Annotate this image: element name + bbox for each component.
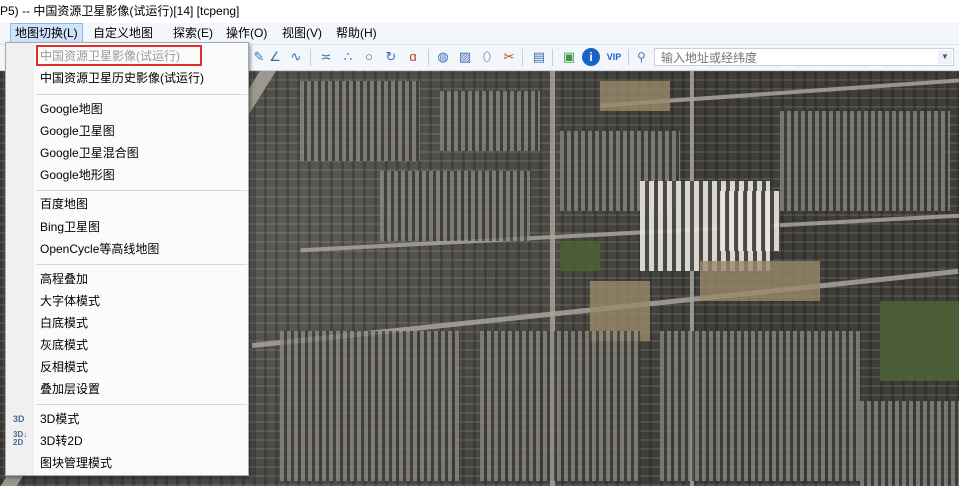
search-icon: ⚲ (637, 50, 646, 64)
menu-item-large-font-mode[interactable]: 大字体模式 (40, 292, 100, 310)
menu-custom-map[interactable]: 自定义地图 (89, 24, 157, 43)
menu-separator (36, 94, 247, 95)
rotate-icon[interactable]: ↻ (382, 48, 400, 66)
menu-operation[interactable]: 操作(O) (222, 24, 271, 43)
menu-item-china-resource-satellite[interactable]: 中国资源卫星影像(试运行) (40, 47, 180, 65)
map-building-block (280, 331, 460, 481)
map-building-block (440, 91, 540, 151)
toolbar-separator (628, 49, 629, 66)
address-input[interactable] (659, 49, 933, 67)
scissors-icon[interactable]: ✂ (500, 48, 518, 66)
menu-item-google-satellite[interactable]: Google卫星图 (40, 122, 115, 140)
vip-label: VIP (606, 52, 622, 62)
menu-item-white-background-mode[interactable]: 白底模式 (40, 314, 88, 332)
menu-item-google-terrain[interactable]: Google地形图 (40, 166, 115, 184)
menu-item-google-hybrid[interactable]: Google卫星混合图 (40, 144, 139, 162)
map-open-field (600, 81, 670, 111)
menu-item-baidu-map[interactable]: 百度地图 (40, 195, 88, 213)
map-green-area (560, 241, 600, 271)
toolbar-separator (310, 49, 311, 66)
address-search-box[interactable]: ▼ (654, 48, 954, 67)
menu-item-3d-to-2d[interactable]: 3D转2D (40, 432, 83, 450)
menu-item-opencycle-contour[interactable]: OpenCycle等高线地图 (40, 240, 159, 258)
map-building-block (720, 191, 780, 251)
map-building-block (380, 171, 530, 241)
window-title: P5) -- 中国资源卫星影像(试运行)[14] [tcpeng] (0, 4, 240, 18)
menu-separator (36, 190, 247, 191)
menu-help[interactable]: 帮助(H) (332, 24, 381, 43)
menu-view[interactable]: 视图(V) (278, 24, 326, 43)
toolbar-separator (552, 49, 553, 66)
freehand-icon[interactable]: ∿ (287, 48, 305, 66)
map-building-block (780, 111, 950, 211)
map-building-block (660, 331, 860, 481)
3d-mode-icon: 3D (13, 414, 25, 424)
vip-icon[interactable]: VIP (604, 48, 624, 66)
toolbar-separator (522, 49, 523, 66)
parallel-lines-icon[interactable]: ≍ (317, 48, 335, 66)
info-label: i (589, 50, 593, 64)
map-green-area (880, 301, 959, 381)
menu-item-bing-satellite[interactable]: Bing卫星图 (40, 218, 100, 236)
eraser-icon[interactable]: ⬯ (478, 48, 496, 66)
menu-icon-gutter (6, 43, 34, 475)
menu-item-3d-mode[interactable]: 3D模式 (40, 410, 79, 428)
map-building-block (860, 401, 959, 486)
map-building-block (300, 81, 420, 161)
image-icon[interactable]: ▨ (456, 48, 474, 66)
chevron-down-icon[interactable]: ▼ (938, 50, 952, 64)
map-building-block (480, 331, 640, 481)
info-icon[interactable]: i (582, 48, 600, 66)
map-switch-dropdown: 中国资源卫星影像(试运行) 中国资源卫星历史影像(试运行) Google地图 G… (5, 42, 249, 476)
menu-item-gray-background-mode[interactable]: 灰底模式 (40, 336, 88, 354)
menu-explore[interactable]: 探索(E) (169, 24, 217, 43)
toolbar-separator (428, 49, 429, 66)
menu-item-google-map[interactable]: Google地图 (40, 100, 103, 118)
menu-separator (36, 264, 247, 265)
chat-icon[interactable]: ▣ (560, 48, 578, 66)
menu-item-invert-mode[interactable]: 反相模式 (40, 358, 88, 376)
menu-item-overlay-settings[interactable]: 叠加层设置 (40, 380, 100, 398)
3d-to-2d-icon: 3D↓2D (13, 430, 28, 447)
menu-separator (36, 404, 247, 405)
menu-map-switch[interactable]: 地图切换(L) (10, 23, 83, 44)
menu-item-elevation-overlay[interactable]: 高程叠加 (40, 270, 88, 288)
window-title-bar: P5) -- 中国资源卫星影像(试运行)[14] [tcpeng] (0, 0, 959, 23)
map-open-field (700, 261, 820, 301)
marker-icon[interactable]: ɑ (404, 48, 422, 66)
circle-icon[interactable]: ○ (360, 48, 378, 66)
menu-item-tile-management-mode[interactable]: 图块管理模式 (40, 454, 112, 472)
menu-item-china-resource-history[interactable]: 中国资源卫星历史影像(试运行) (40, 69, 204, 87)
globe-icon[interactable]: ◍ (434, 48, 452, 66)
document-icon[interactable]: ▤ (530, 48, 548, 66)
angle-icon[interactable]: ∠ (266, 48, 284, 66)
scatter-points-icon[interactable]: ∴ (339, 48, 357, 66)
